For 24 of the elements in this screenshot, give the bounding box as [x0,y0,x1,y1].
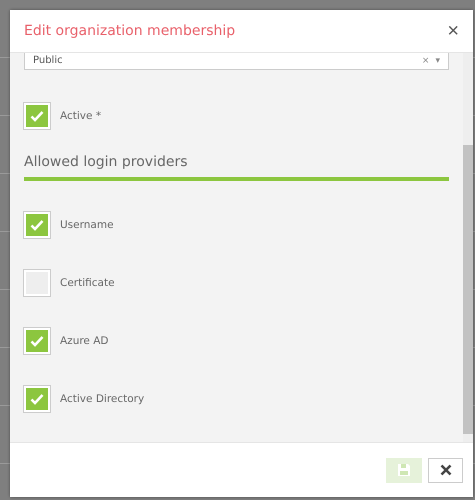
checkbox[interactable] [24,328,50,354]
close-icon [440,464,452,476]
checkbox-label: Active * [60,110,102,122]
checkmark-icon [30,335,44,347]
checkmark-icon [30,219,44,231]
checkbox-label: Active Directory [60,393,144,405]
select-value: Public [33,55,64,67]
checkbox-label: Username [60,219,114,231]
clear-button[interactable]: × [422,56,430,66]
checkbox-label: Azure AD [60,335,109,347]
checkbox[interactable] [24,103,50,129]
checkbox[interactable] [24,212,50,238]
dialog-title: Edit organization membership [24,23,236,39]
caret-icon: ▾ [435,56,440,66]
checkmark-icon [30,110,44,122]
select-field[interactable]: Public × ▾ [24,53,449,70]
checkbox[interactable] [24,386,50,412]
checkbox[interactable] [24,270,50,296]
cancel-button[interactable] [428,458,463,482]
checkbox-label: Certificate [60,277,115,289]
close-button[interactable]: × [445,21,461,41]
scrollbar[interactable] [463,53,473,442]
checkmark-icon [30,393,44,405]
section-heading: Allowed login providers [24,154,189,170]
